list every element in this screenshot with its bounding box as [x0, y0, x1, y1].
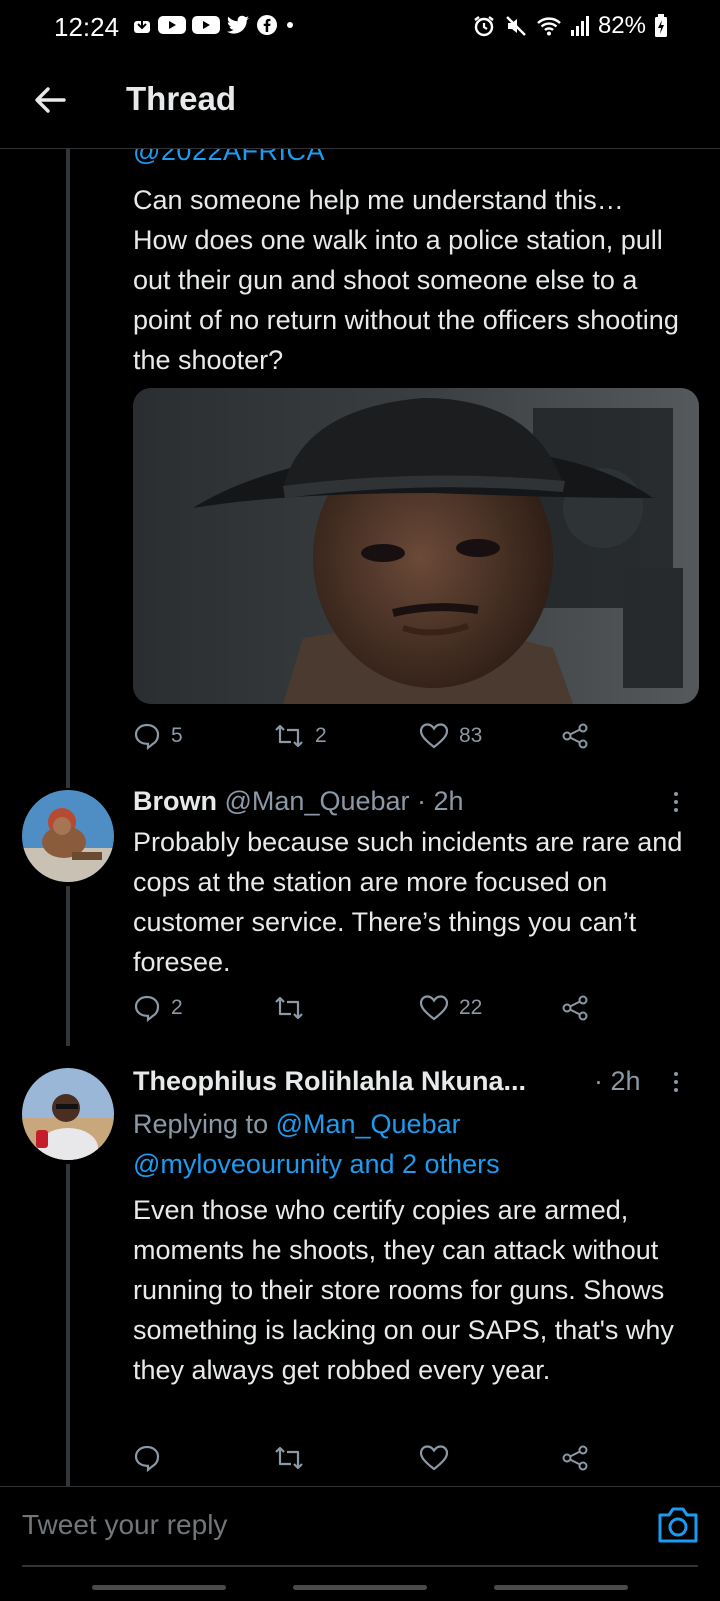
camera-icon[interactable] [656, 1505, 700, 1545]
like-action[interactable]: 83 [419, 722, 482, 750]
tweet-actions: 5 2 83 [133, 722, 613, 762]
reply-action[interactable] [133, 1444, 161, 1472]
thread-feed[interactable]: @2022AFRICA Can someone help me understa… [0, 148, 720, 1486]
replying-to-prefix: Replying to [133, 1109, 276, 1139]
share-icon [562, 723, 588, 749]
share-action[interactable] [561, 1444, 589, 1472]
composer-divider [22, 1565, 698, 1567]
display-name[interactable]: Brown [133, 786, 217, 816]
reply-count: 2 [171, 996, 183, 1019]
mention-link[interactable]: @Man_Quebar [276, 1109, 461, 1139]
tweet-time: · 2h [417, 786, 464, 816]
display-name[interactable]: Theophilus Rolihlahla Nkuna... [133, 1066, 526, 1096]
reply-name-row: Theophilus Rolihlahla Nkuna... [133, 1066, 526, 1097]
thread-connector [66, 886, 70, 1046]
share-icon [562, 1445, 588, 1471]
dot-icon [287, 22, 293, 28]
wifi-icon [537, 17, 561, 36]
back-arrow-icon[interactable] [30, 80, 70, 120]
system-icons: 82% [472, 12, 668, 40]
mention-link[interactable]: @2022AFRICA [133, 148, 325, 167]
retweet-action[interactable]: 2 [273, 722, 327, 750]
reply-action[interactable]: 5 [133, 722, 183, 750]
more-options-icon[interactable] [674, 788, 682, 816]
tweet-text: Even those who certify copies are armed,… [133, 1195, 674, 1385]
like-count: 22 [459, 996, 483, 1019]
retweet-action[interactable] [273, 994, 305, 1022]
notification-icons [132, 14, 296, 36]
replying-to: Replying to @Man_Quebar @myloveourunity … [133, 1104, 500, 1184]
tweet-time: · 2h [594, 1066, 641, 1096]
retweet-count: 2 [315, 724, 327, 747]
share-icon [562, 995, 588, 1021]
avatar[interactable] [22, 790, 114, 882]
reply-composer: Tweet your reply [0, 1486, 720, 1601]
thread-connector [66, 1164, 70, 1486]
tweet-image[interactable] [133, 388, 699, 704]
twitter-icon [227, 15, 249, 34]
thread-connector [66, 148, 70, 788]
page-title: Thread [126, 80, 237, 117]
facebook-icon [257, 15, 277, 35]
user-handle[interactable]: @Man_Quebar [225, 786, 410, 816]
battery-percent: 82% [597, 12, 646, 39]
like-action[interactable] [419, 1444, 449, 1472]
battery-icon [655, 14, 667, 37]
reply-count: 5 [171, 724, 183, 747]
reply-icon [134, 995, 160, 1022]
app-header: Thread [0, 52, 720, 149]
like-count: 83 [459, 724, 483, 747]
share-action[interactable] [561, 994, 589, 1022]
tweet-actions: 2 22 [133, 994, 613, 1034]
more-options-icon[interactable] [674, 1068, 682, 1096]
tweet-text: Can someone help me understand this… How… [133, 185, 679, 375]
avatar[interactable] [22, 1068, 114, 1160]
reply-name-row: Brown @Man_Quebar · 2h [133, 786, 464, 817]
retweet-action[interactable] [273, 1444, 305, 1472]
nav-indicator [494, 1585, 628, 1590]
tweet-actions [133, 1444, 613, 1484]
alarm-icon [474, 16, 494, 37]
heart-icon [419, 995, 449, 1021]
retweet-icon [275, 1446, 303, 1470]
heart-icon [419, 723, 449, 749]
status-bar: 12:24 82% [0, 0, 720, 52]
reply-icon [134, 723, 160, 750]
tweet-text: Probably because such incidents are rare… [133, 827, 683, 977]
youtube-icon [192, 16, 220, 34]
reply-icon [134, 1445, 160, 1472]
mute-icon [506, 16, 526, 36]
nav-indicator [293, 1585, 427, 1590]
status-time: 12:24 [54, 12, 120, 42]
heart-icon [419, 1445, 449, 1471]
portrait-photo [133, 388, 699, 704]
youtube-icon [158, 16, 186, 34]
nav-indicator [92, 1585, 226, 1590]
like-action[interactable]: 22 [419, 994, 482, 1022]
retweet-icon [275, 996, 303, 1020]
reply-input[interactable]: Tweet your reply [22, 1487, 227, 1563]
reply-action[interactable]: 2 [133, 994, 183, 1022]
mention-link[interactable]: @myloveourunity and 2 others [133, 1149, 500, 1179]
download-icon [134, 18, 150, 33]
retweet-icon [275, 724, 303, 748]
share-action[interactable] [561, 722, 589, 750]
signal-icon [570, 16, 589, 36]
